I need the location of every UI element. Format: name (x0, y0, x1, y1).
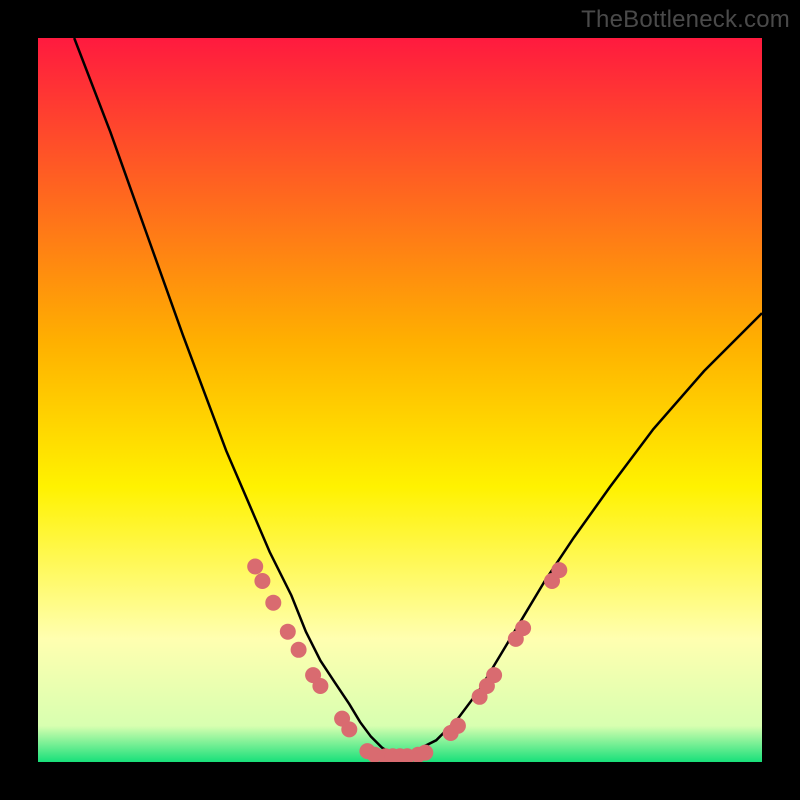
curve-marker (417, 745, 433, 761)
curve-marker (341, 721, 357, 737)
curve-marker (291, 642, 307, 658)
gradient-background (38, 38, 762, 762)
curve-marker (450, 718, 466, 734)
curve-marker (254, 573, 270, 589)
curve-marker (551, 562, 567, 578)
watermark-text: TheBottleneck.com (581, 6, 790, 34)
curve-marker (247, 559, 263, 575)
chart-frame: TheBottleneck.com (0, 0, 800, 800)
curve-marker (280, 624, 296, 640)
curve-marker (515, 620, 531, 636)
curve-marker (312, 678, 328, 694)
chart-svg (38, 38, 762, 762)
curve-marker (265, 595, 281, 611)
curve-marker (486, 667, 502, 683)
plot-area (38, 38, 762, 762)
